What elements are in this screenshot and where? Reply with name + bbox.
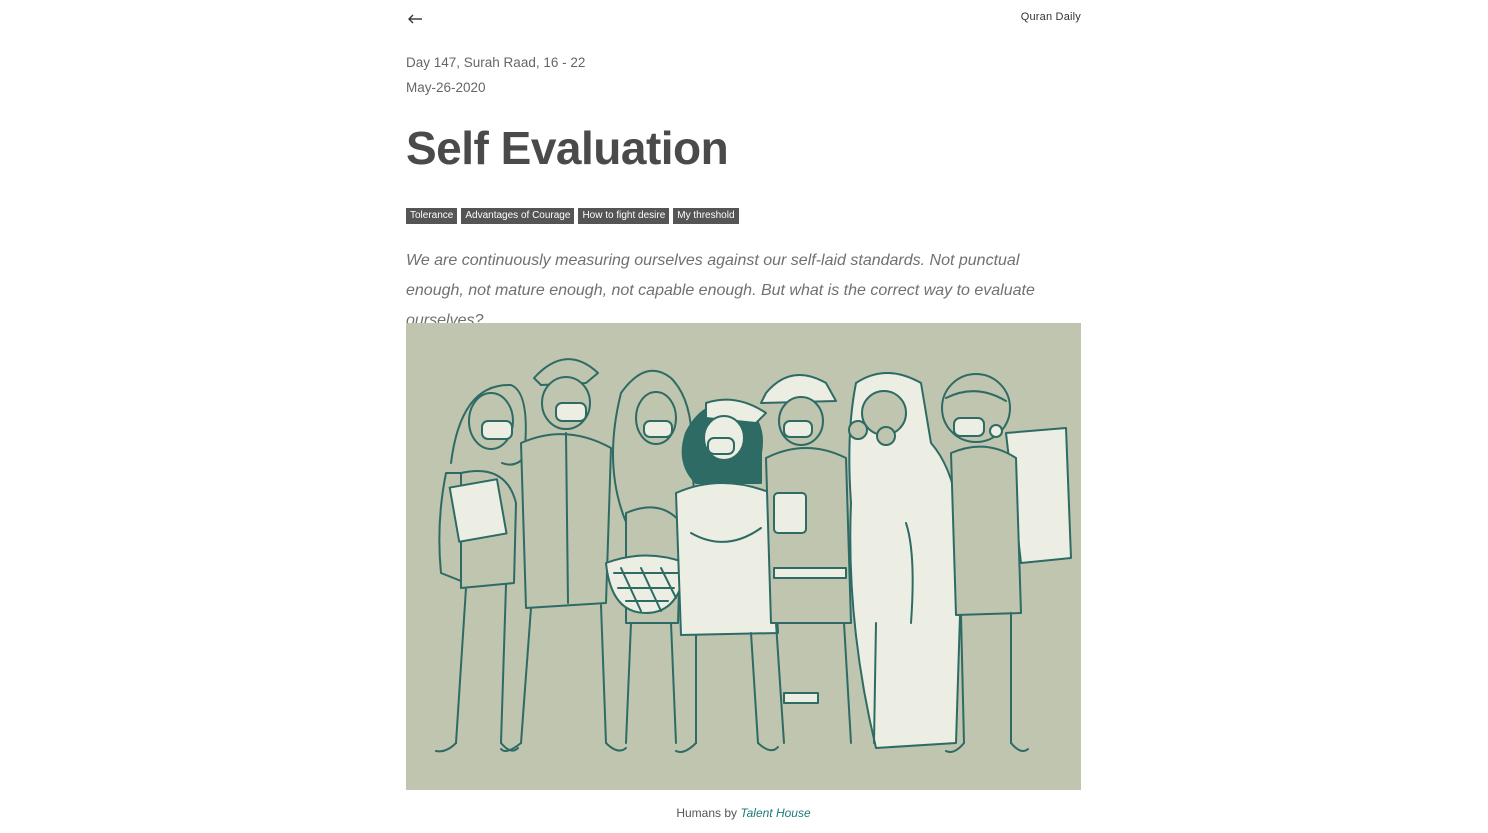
hero-illustration [406, 323, 1081, 790]
site-name-link[interactable]: Quran Daily [1021, 11, 1081, 23]
credit-link[interactable]: Talent House [740, 806, 810, 820]
page-title: Self Evaluation [406, 122, 729, 174]
day-reference: Day 147, Surah Raad, 16 - 22 [406, 55, 586, 70]
tag-my-threshold[interactable]: My threshold [673, 208, 739, 224]
image-caption: Humans by Talent House [406, 806, 1081, 820]
tag-list: Tolerance Advantages of Courage How to f… [406, 208, 1081, 224]
tag-how-to-fight-desire[interactable]: How to fight desire [578, 208, 670, 224]
article-page: Quran Daily Day 147, Surah Raad, 16 - 22… [0, 0, 1488, 833]
top-bar: Quran Daily [406, 6, 1081, 30]
tag-advantages-of-courage[interactable]: Advantages of Courage [461, 208, 575, 224]
article-header: Day 147, Surah Raad, 16 - 22 May-26-2020… [406, 50, 1081, 352]
people-in-masks-illustration [435, 358, 1072, 753]
tag-tolerance[interactable]: Tolerance [406, 208, 458, 224]
post-date: May-26-2020 [406, 80, 486, 95]
back-button[interactable] [406, 8, 426, 28]
caption-prefix: Humans by [676, 806, 738, 820]
arrow-left-icon [408, 14, 422, 24]
